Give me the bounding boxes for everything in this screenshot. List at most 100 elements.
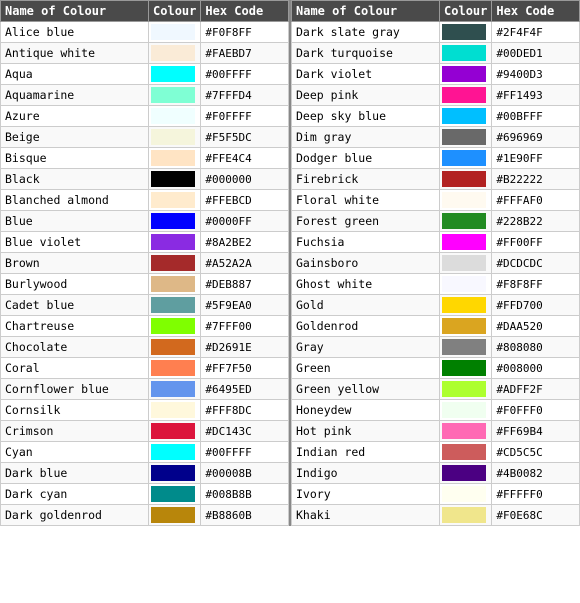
- color-swatch: [151, 24, 195, 40]
- color-name: Hot pink: [292, 421, 440, 442]
- hex-code: #D2691E: [201, 337, 289, 358]
- hex-code: #696969: [492, 127, 580, 148]
- hex-code: #CD5C5C: [492, 442, 580, 463]
- table-row: Gainsboro#DCDCDC: [292, 253, 580, 274]
- hex-code: #F0FFF0: [492, 400, 580, 421]
- color-swatch: [151, 45, 195, 61]
- table-row: Cornflower blue#6495ED: [1, 379, 289, 400]
- color-name: Aquamarine: [1, 85, 149, 106]
- color-swatch: [442, 297, 486, 313]
- color-swatch: [151, 276, 195, 292]
- color-name: Blanched almond: [1, 190, 149, 211]
- hex-code: #00008B: [201, 463, 289, 484]
- hex-code: #FFFAF0: [492, 190, 580, 211]
- table-row: Dark turquoise#00DED1: [292, 43, 580, 64]
- table-row: Cornsilk#FFF8DC: [1, 400, 289, 421]
- color-swatch-cell: [149, 463, 201, 484]
- hex-code: #A52A2A: [201, 253, 289, 274]
- color-swatch-cell: [149, 64, 201, 85]
- color-swatch: [151, 486, 195, 502]
- color-swatch: [442, 276, 486, 292]
- color-name: Forest green: [292, 211, 440, 232]
- table-row: Bisque #FFE4C4: [1, 148, 289, 169]
- table-row: Beige#F5F5DC: [1, 127, 289, 148]
- table-row: Dim gray #696969: [292, 127, 580, 148]
- color-swatch: [151, 150, 195, 166]
- color-swatch: [442, 129, 486, 145]
- color-name: Dark cyan: [1, 484, 149, 505]
- table-row: Deep sky blue#00BFFF: [292, 106, 580, 127]
- color-swatch-cell: [440, 295, 492, 316]
- color-swatch-cell: [440, 22, 492, 43]
- color-name: Bisque: [1, 148, 149, 169]
- color-swatch: [442, 234, 486, 250]
- table-row: Dark violet#9400D3: [292, 64, 580, 85]
- table-row: Black#000000: [1, 169, 289, 190]
- color-swatch: [151, 360, 195, 376]
- color-swatch-cell: [149, 274, 201, 295]
- color-swatch: [151, 444, 195, 460]
- color-swatch: [442, 423, 486, 439]
- color-swatch-cell: [440, 64, 492, 85]
- color-swatch-cell: [440, 463, 492, 484]
- color-swatch: [442, 444, 486, 460]
- color-name: Khaki: [292, 505, 440, 526]
- color-name: Cornsilk: [1, 400, 149, 421]
- color-name: Deep pink: [292, 85, 440, 106]
- color-swatch-cell: [149, 295, 201, 316]
- hex-code: #7FFFD4: [201, 85, 289, 106]
- hex-code: #00FFFF: [201, 442, 289, 463]
- color-swatch: [151, 87, 195, 103]
- color-name: Floral white: [292, 190, 440, 211]
- color-swatch: [442, 318, 486, 334]
- hex-code: #FFE4C4: [201, 148, 289, 169]
- color-name: Alice blue: [1, 22, 149, 43]
- hex-code: #5F9EA0: [201, 295, 289, 316]
- left-header-hex: Hex Code: [201, 1, 289, 22]
- left-color-table: Name of Colour Colour Hex Code Alice blu…: [0, 0, 289, 526]
- table-row: Crimson#DC143C: [1, 421, 289, 442]
- color-name: Dim gray: [292, 127, 440, 148]
- hex-code: #2F4F4F: [492, 22, 580, 43]
- table-row: Brown#A52A2A: [1, 253, 289, 274]
- color-name: Ghost white: [292, 274, 440, 295]
- table-row: Green yellow#ADFF2F: [292, 379, 580, 400]
- right-table-wrapper: Name of Colour Colour Hex Code Dark slat…: [291, 0, 580, 526]
- color-swatch-cell: [149, 169, 201, 190]
- color-swatch: [151, 129, 195, 145]
- color-swatch-cell: [149, 190, 201, 211]
- table-row: Firebrick#B22222: [292, 169, 580, 190]
- color-swatch: [151, 507, 195, 523]
- color-swatch-cell: [440, 106, 492, 127]
- color-swatch: [151, 192, 195, 208]
- hex-code: #FFFFF0: [492, 484, 580, 505]
- color-name: Azure: [1, 106, 149, 127]
- color-name: Fuchsia: [292, 232, 440, 253]
- table-row: Blue#0000FF: [1, 211, 289, 232]
- right-color-table: Name of Colour Colour Hex Code Dark slat…: [291, 0, 580, 526]
- table-row: Dodger blue#1E90FF: [292, 148, 580, 169]
- table-row: Indian red#CD5C5C: [292, 442, 580, 463]
- color-name: Ivory: [292, 484, 440, 505]
- color-name: Dark violet: [292, 64, 440, 85]
- hex-code: #008000: [492, 358, 580, 379]
- color-name: Cornflower blue: [1, 379, 149, 400]
- hex-code: #000000: [201, 169, 289, 190]
- table-row: Cadet blue#5F9EA0: [1, 295, 289, 316]
- hex-code: #8A2BE2: [201, 232, 289, 253]
- color-swatch: [442, 45, 486, 61]
- hex-code: #4B0082: [492, 463, 580, 484]
- color-swatch: [442, 402, 486, 418]
- table-row: Indigo#4B0082: [292, 463, 580, 484]
- hex-code: #FAEBD7: [201, 43, 289, 64]
- color-swatch-cell: [440, 148, 492, 169]
- color-swatch: [442, 255, 486, 271]
- color-swatch: [151, 171, 195, 187]
- table-row: Blue violet#8A2BE2: [1, 232, 289, 253]
- color-swatch: [442, 150, 486, 166]
- color-swatch-cell: [149, 127, 201, 148]
- hex-code: #00BFFF: [492, 106, 580, 127]
- color-name: Antique white: [1, 43, 149, 64]
- color-swatch-cell: [149, 85, 201, 106]
- table-row: Aquamarine #7FFFD4: [1, 85, 289, 106]
